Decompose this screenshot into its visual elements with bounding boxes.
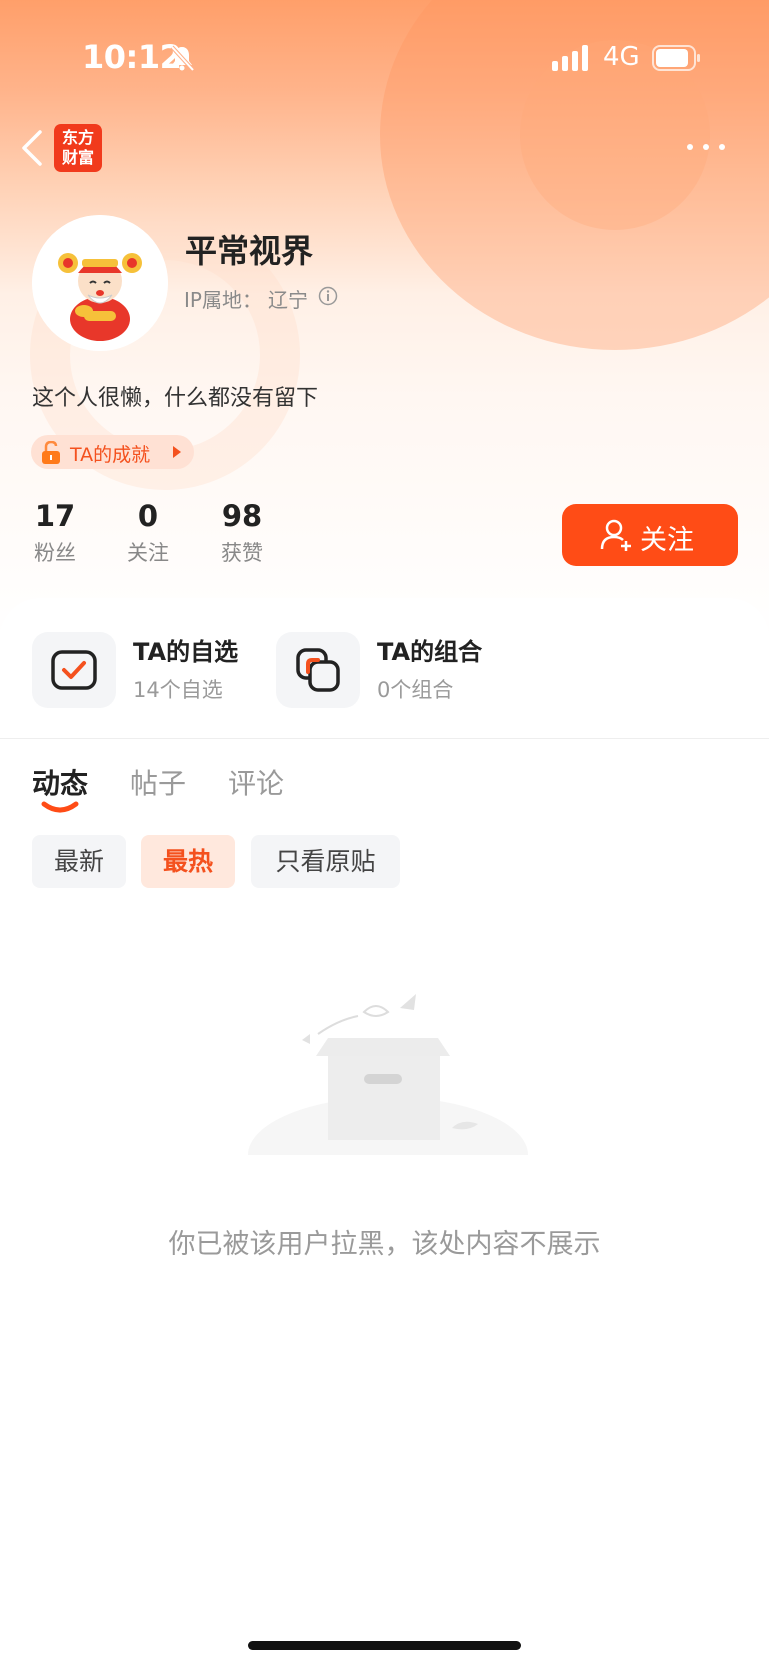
mute-bell-icon: [170, 45, 195, 72]
info-icon[interactable]: [318, 286, 338, 306]
avatar[interactable]: [32, 215, 168, 351]
achievement-button[interactable]: TA的成就: [31, 435, 194, 469]
ip-location-label: IP属地：: [184, 288, 262, 312]
portfolio-icon: [296, 648, 340, 692]
user-bio: 这个人很懒，什么都没有留下: [32, 386, 319, 411]
portfolio-icon-box: [276, 632, 360, 708]
back-arrow-icon[interactable]: [18, 128, 46, 168]
section-divider: [0, 738, 769, 739]
home-indicator[interactable]: [248, 1641, 521, 1650]
stat-likes[interactable]: 98 获赞: [197, 498, 287, 567]
lock-open-icon: [42, 441, 60, 464]
watchlist-icon-box: [32, 632, 116, 708]
follow-button[interactable]: 关注: [562, 504, 738, 566]
stat-label: 粉丝: [34, 541, 76, 565]
stat-value: 0: [137, 499, 159, 533]
active-tab-indicator: [41, 801, 79, 813]
follow-button-label: 关注: [640, 525, 694, 556]
stat-label: 获赞: [221, 541, 263, 565]
stat-value: 98: [221, 499, 263, 533]
empty-state-message: 你已被该用户拉黑，该处内容不展示: [168, 1229, 601, 1260]
checkbox-icon: [51, 650, 97, 690]
avatar-fortune-god-icon: [32, 215, 168, 351]
more-options-icon[interactable]: [686, 140, 726, 154]
filter-hottest[interactable]: 最热: [141, 835, 235, 888]
status-bar: 10:12 4G: [0, 0, 769, 112]
achievement-label: TA的成就: [70, 444, 151, 466]
filter-latest[interactable]: 最新: [32, 835, 126, 888]
logo-text-top: 东方: [61, 128, 94, 147]
signal-icon: [552, 45, 588, 71]
logo-text-bottom: 财富: [61, 148, 94, 167]
ip-location-value: 辽宁: [268, 288, 308, 312]
stat-following[interactable]: 0 关注: [103, 498, 193, 567]
portfolio-subtitle: 0个组合: [377, 678, 454, 702]
add-user-icon: [600, 519, 631, 551]
stat-label: 关注: [127, 541, 169, 565]
caret-right-icon: [173, 446, 181, 458]
stat-fans[interactable]: 17 粉丝: [10, 498, 100, 567]
status-time: 10:12: [82, 38, 182, 76]
watchlist-title: TA的自选: [133, 638, 239, 666]
battery-icon: [652, 45, 700, 71]
filter-original-only[interactable]: 只看原贴: [251, 835, 400, 888]
tab-posts[interactable]: 帖子: [130, 762, 186, 802]
username: 平常视界: [185, 232, 314, 270]
watchlist-subtitle: 14个自选: [133, 678, 223, 702]
tab-dynamics[interactable]: 动态: [32, 762, 88, 802]
app-logo: 东方 财富: [54, 124, 102, 172]
network-type: 4G: [603, 42, 640, 72]
empty-box-icon: [238, 994, 538, 1175]
portfolio-title: TA的组合: [377, 638, 483, 666]
tab-comments[interactable]: 评论: [228, 762, 284, 802]
stat-value: 17: [34, 499, 76, 533]
